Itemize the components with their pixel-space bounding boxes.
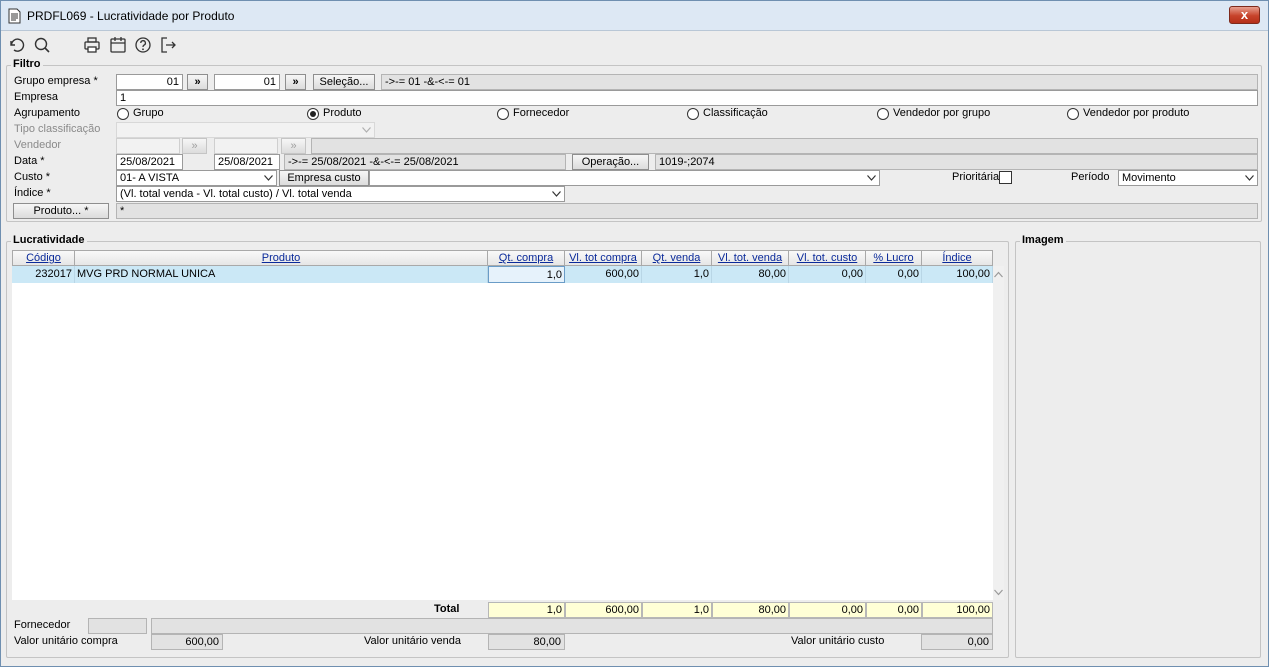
grupo-empresa-label: Grupo empresa * <box>14 75 98 87</box>
prioritaria-checkbox[interactable] <box>999 171 1012 184</box>
cell-vl-tot-venda: 80,00 <box>712 266 789 283</box>
vendedor-label: Vendedor <box>14 139 62 151</box>
custo-label: Custo * <box>14 171 51 183</box>
search-icon[interactable] <box>33 36 51 54</box>
total-vl-tot-custo: 0,00 <box>789 602 866 618</box>
cell-qt-venda: 1,0 <box>642 266 712 283</box>
lucratividade-legend: Lucratividade <box>11 234 87 246</box>
chevron-up-icon[interactable] <box>994 271 1003 279</box>
grid-scrollbar[interactable] <box>993 266 1004 600</box>
operacao-summary: 1019-;2074 <box>655 154 1258 170</box>
toolbar <box>1 32 1268 58</box>
main-window: PRDFL069 - Lucratividade por Produto x F… <box>0 0 1269 667</box>
tipo-classificacao-label: Tipo classificação <box>14 123 101 135</box>
exit-icon[interactable] <box>159 36 177 54</box>
agrupamento-label: Agrupamento <box>14 107 81 119</box>
valor-unitario-compra-value: 600,00 <box>151 634 223 650</box>
chevron-down-icon <box>867 175 876 181</box>
valor-unitario-venda-value: 80,00 <box>488 634 565 650</box>
help-icon[interactable] <box>134 36 152 54</box>
grupo-empresa-summary: ->-= 01 -&-<-= 01 <box>381 74 1258 90</box>
print-icon[interactable] <box>83 36 101 54</box>
empresa-input[interactable]: 1 <box>116 90 1258 106</box>
column-header-vl-tot-compra[interactable]: Vl. tot compra <box>565 250 642 266</box>
column-header-codigo[interactable]: Código <box>12 250 75 266</box>
close-icon: x <box>1240 7 1249 22</box>
total-percent-lucro: 0,00 <box>866 602 922 618</box>
cell-percent-lucro: 0,00 <box>866 266 922 283</box>
total-vl-tot-compra: 600,00 <box>565 602 642 618</box>
window-title: PRDFL069 - Lucratividade por Produto <box>27 9 235 23</box>
tipo-classificacao-select[interactable] <box>116 122 375 138</box>
cell-codigo: 232017 <box>12 266 75 283</box>
table-row[interactable]: 232017 MVG PRD NORMAL UNICA 1,0 600,00 1… <box>12 266 993 283</box>
total-label: Total <box>434 603 460 615</box>
column-header-vl-tot-custo[interactable]: Vl. tot. custo <box>789 250 866 266</box>
filtro-legend: Filtro <box>11 58 43 70</box>
vendedor-to-input[interactable] <box>214 138 278 154</box>
cell-qt-compra[interactable]: 1,0 <box>488 266 565 283</box>
empresa-custo-button[interactable]: Empresa custo <box>279 170 369 186</box>
chevron-down-icon <box>552 191 561 197</box>
column-header-qt-venda[interactable]: Qt. venda <box>642 250 712 266</box>
cell-vl-tot-compra: 600,00 <box>565 266 642 283</box>
chevron-down-icon <box>1245 175 1254 181</box>
close-button[interactable]: x <box>1229 6 1260 24</box>
chevron-down-icon[interactable] <box>994 588 1003 596</box>
valor-unitario-venda-label: Valor unitário venda <box>364 635 462 647</box>
vendedor-range-button[interactable]: » <box>281 138 306 154</box>
fornecedor-name <box>151 618 993 634</box>
data-to-input[interactable]: 25/08/2021 <box>214 154 280 170</box>
chevron-down-icon <box>264 175 273 181</box>
total-qt-compra: 1,0 <box>488 602 565 618</box>
total-qt-venda: 1,0 <box>642 602 712 618</box>
selecao-button[interactable]: Seleção... <box>313 74 375 90</box>
cell-vl-tot-custo: 0,00 <box>789 266 866 283</box>
data-from-input[interactable]: 25/08/2021 <box>116 154 183 170</box>
valor-unitario-custo-label: Valor unitário custo <box>791 635 885 647</box>
vendedor-summary <box>311 138 1258 154</box>
undo-icon[interactable] <box>7 36 25 54</box>
column-header-vl-tot-venda[interactable]: Vl. tot. venda <box>712 250 789 266</box>
operacao-button[interactable]: Operação... <box>572 154 649 170</box>
valor-unitario-custo-value: 0,00 <box>921 634 993 650</box>
total-vl-tot-venda: 80,00 <box>712 602 789 618</box>
data-summary: ->-= 25/08/2021 -&-<-= 25/08/2021 <box>284 154 566 170</box>
indice-select[interactable]: (Vl. total venda - Vl. total custo) / Vl… <box>116 186 565 202</box>
empresa-label: Empresa <box>14 91 59 103</box>
column-header-percent-lucro[interactable]: % Lucro <box>866 250 922 266</box>
fornecedor-code <box>88 618 147 634</box>
valor-unitario-compra-label: Valor unitário compra <box>14 635 118 647</box>
grupo-empresa-to-input[interactable]: 01 <box>214 74 280 90</box>
grupo-empresa-copy-button[interactable]: » <box>187 74 208 90</box>
produto-button[interactable]: Produto... * <box>13 203 109 219</box>
imagem-group: Imagem <box>1015 234 1261 658</box>
vendedor-copy-button[interactable]: » <box>182 138 207 154</box>
column-header-qt-compra[interactable]: Qt. compra <box>488 250 565 266</box>
grid-body: 232017 MVG PRD NORMAL UNICA 1,0 600,00 1… <box>12 266 993 600</box>
title-bar: PRDFL069 - Lucratividade por Produto x <box>1 1 1268 31</box>
chevron-down-icon <box>362 127 371 133</box>
cell-produto: MVG PRD NORMAL UNICA <box>75 266 488 283</box>
data-label: Data * <box>14 155 45 167</box>
periodo-select[interactable]: Movimento <box>1118 170 1258 186</box>
column-header-indice[interactable]: Índice <box>922 250 993 266</box>
column-header-produto[interactable]: Produto <box>75 250 488 266</box>
grupo-empresa-range-button[interactable]: » <box>285 74 306 90</box>
produto-summary: * <box>116 203 1258 219</box>
prioritaria-label: Prioritária <box>952 171 1000 183</box>
empresa-custo-select[interactable] <box>369 170 880 186</box>
indice-label: Índice * <box>14 187 51 199</box>
imagem-legend: Imagem <box>1020 234 1066 246</box>
fornecedor-label: Fornecedor <box>14 619 71 631</box>
cell-indice: 100,00 <box>922 266 993 283</box>
total-indice: 100,00 <box>922 602 993 618</box>
calendar-icon[interactable] <box>109 36 127 54</box>
periodo-label: Período <box>1071 171 1110 183</box>
vendedor-from-input[interactable] <box>116 138 180 154</box>
custo-select[interactable]: 01- A VISTA <box>116 170 277 186</box>
document-icon <box>8 8 21 24</box>
grupo-empresa-from-input[interactable]: 01 <box>116 74 183 90</box>
